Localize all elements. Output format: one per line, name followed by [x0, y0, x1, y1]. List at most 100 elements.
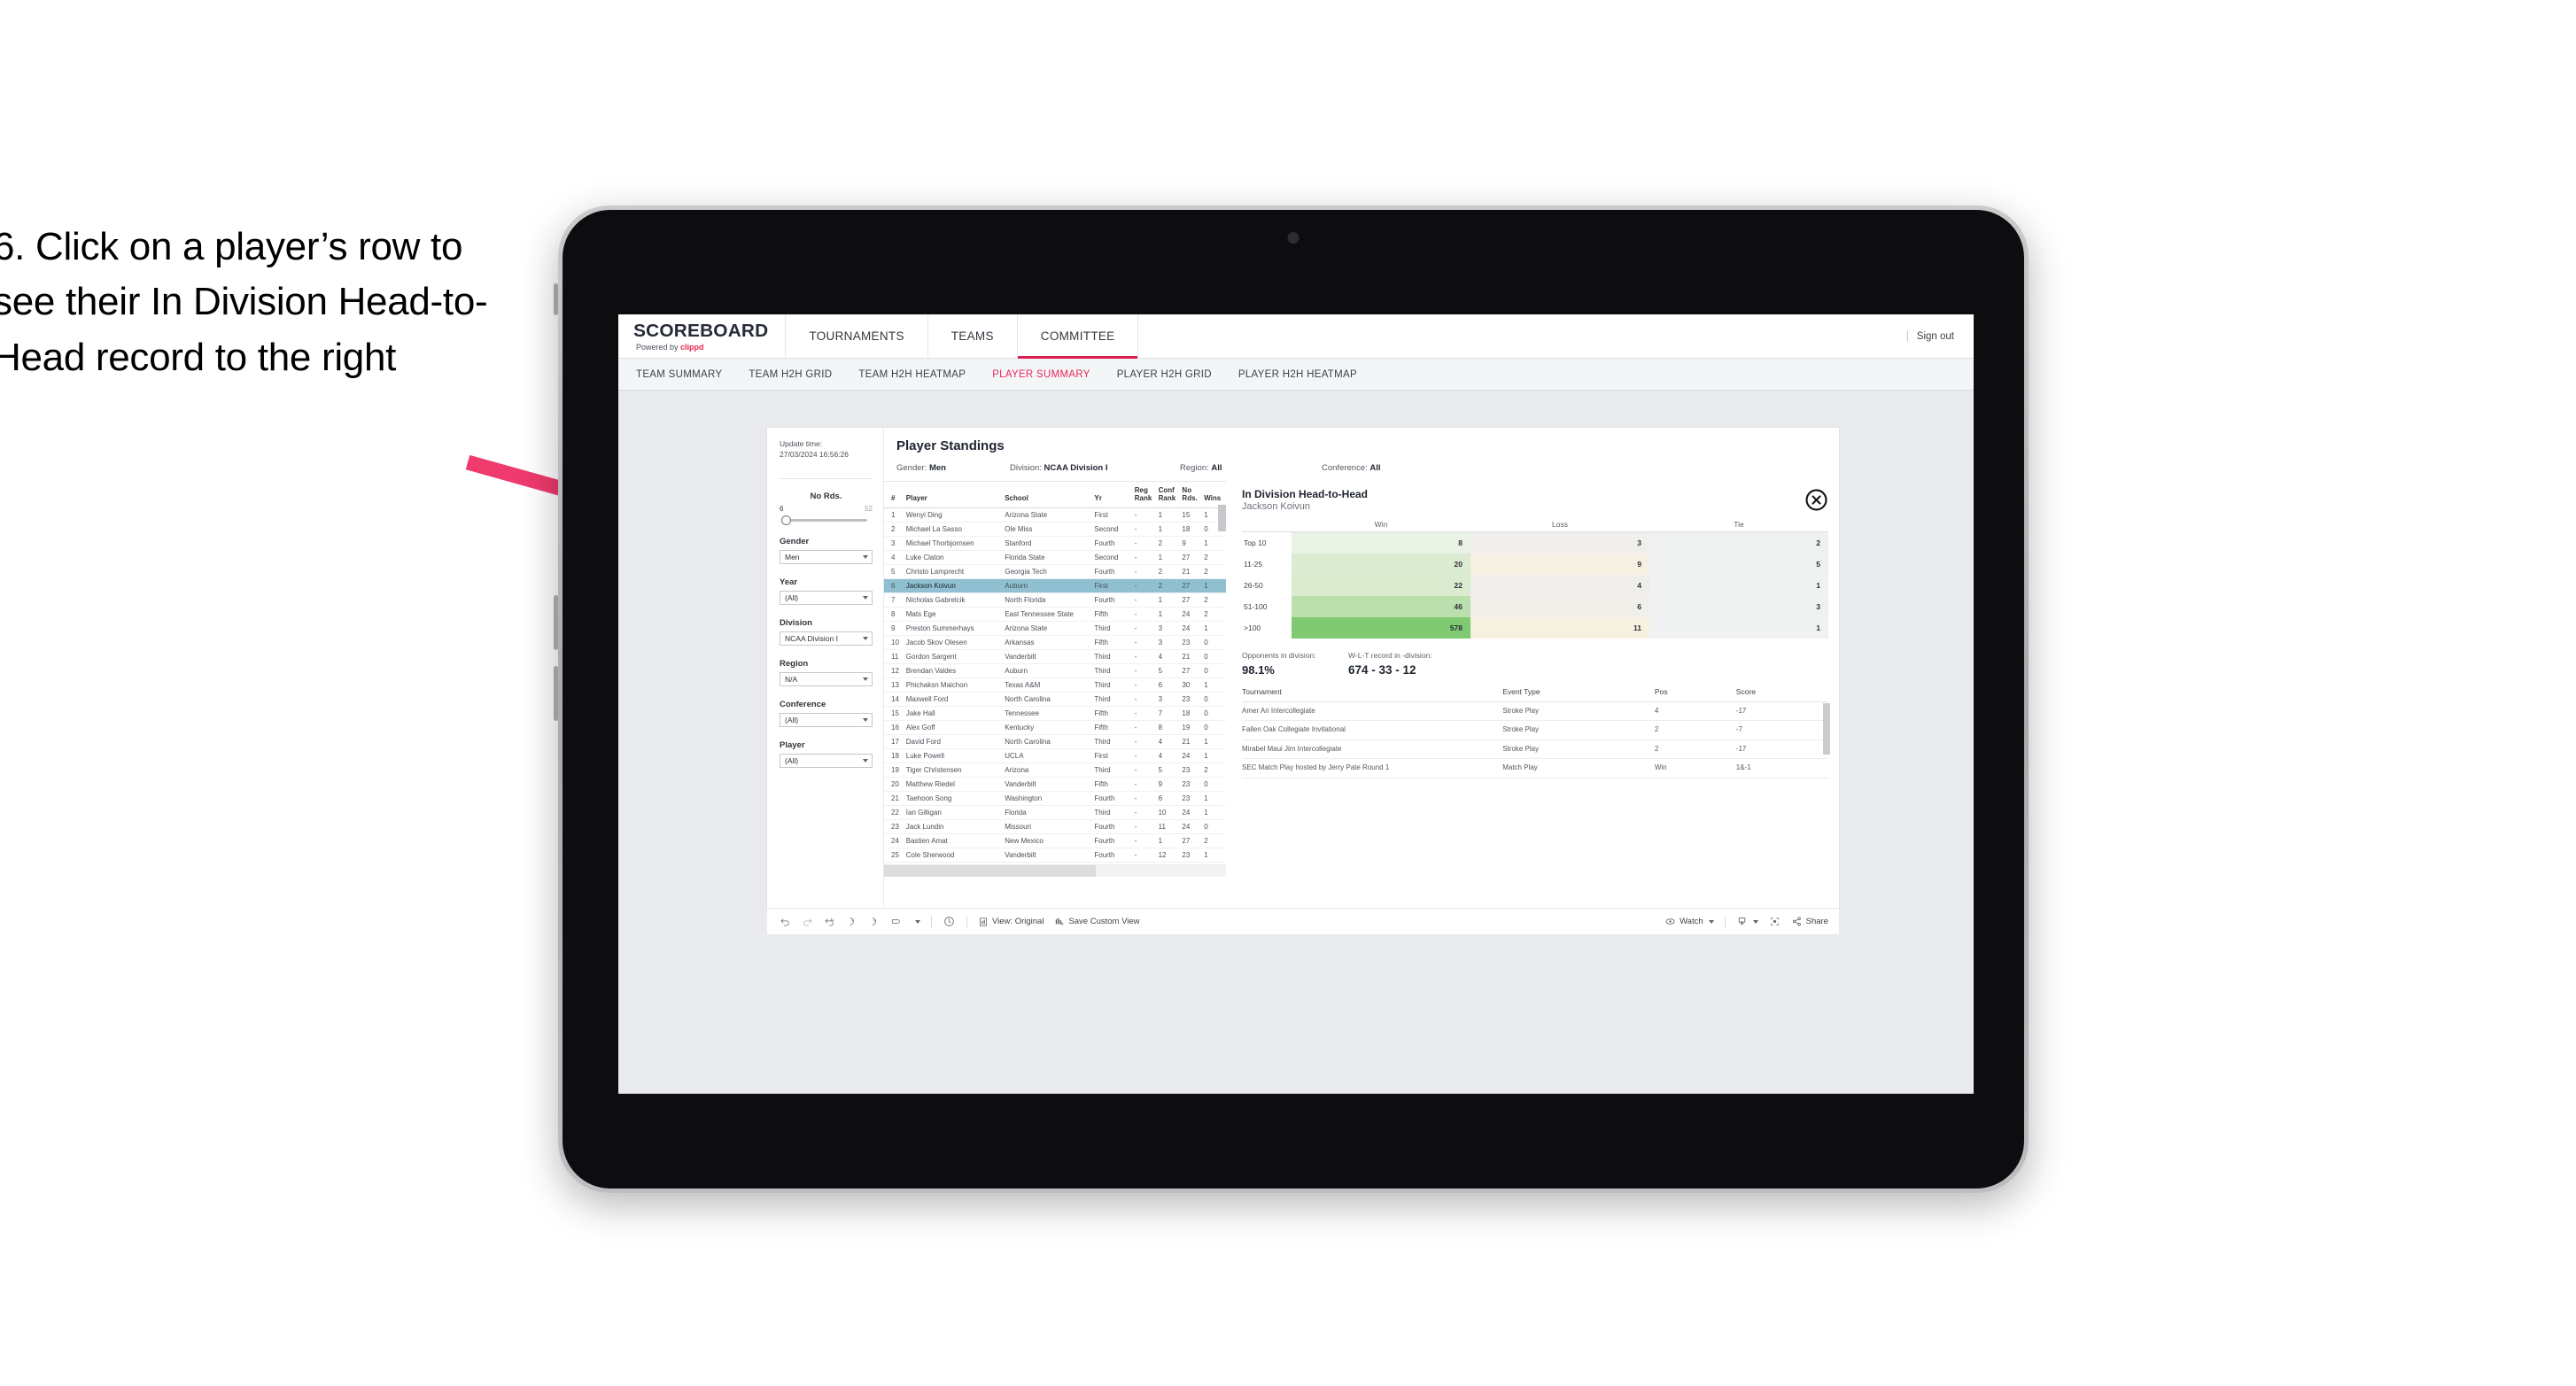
table-row[interactable]: 5 Christo Lamprecht Georgia Tech Fourth -2 21…: [884, 564, 1226, 580]
table-row[interactable]: 13 Phichaksn Maichon Texas A&M Third -6 30 1: [884, 678, 1226, 693]
cell-player: Michael La Sasso: [905, 522, 1005, 538]
meta-conference-value: All: [1369, 463, 1381, 473]
subtab-team-h2h-heatmap[interactable]: TEAM H2H HEATMAP: [858, 369, 966, 380]
nav-tab-tournaments[interactable]: TOURNAMENTS: [786, 314, 928, 358]
table-row[interactable]: 17 David Ford North Carolina Third -4 21 1: [884, 734, 1226, 750]
filter-gender-dropdown[interactable]: Men: [780, 549, 873, 564]
app-logo[interactable]: SCOREBOARD Powered by clippd: [618, 314, 787, 358]
revert-icon[interactable]: [824, 916, 835, 927]
filter-gender-label: Gender: [780, 536, 810, 546]
no-rounds-slider[interactable]: [781, 515, 867, 525]
col-conf-rank: Conf Rank: [1158, 482, 1183, 509]
nav-tab-committee[interactable]: COMMITTEE: [1017, 314, 1139, 359]
cell-school: UCLA: [1005, 748, 1095, 764]
stat-opponents-label: Opponents in division:: [1242, 651, 1316, 660]
tournament-scrollbar[interactable]: [1823, 703, 1830, 755]
filter-year-dropdown[interactable]: (All): [780, 590, 873, 605]
table-row[interactable]: 14 Maxwell Ford North Carolina Third -3 23 0: [884, 692, 1226, 708]
cell-yr: Second: [1094, 550, 1135, 566]
table-row[interactable]: 12 Brendan Valdes Auburn Third -5 27 0: [884, 663, 1226, 679]
close-circle-icon[interactable]: [1804, 488, 1828, 512]
cell-reg: -: [1134, 763, 1159, 778]
table-row[interactable]: 22 Ian Gilligan Florida Third -10 24 1: [884, 805, 1226, 821]
table-row[interactable]: 4 Luke Claton Florida State Second -1 27 2: [884, 550, 1226, 566]
save-custom-view-button[interactable]: Save Custom View: [1054, 917, 1140, 927]
table-row[interactable]: 19 Tiger Christensen Arizona Third -5 23 2: [884, 763, 1226, 778]
tournament-row[interactable]: Fallen Oak Collegiate Invitational Stroke…: [1242, 720, 1828, 740]
save-custom-view-label: Save Custom View: [1068, 917, 1140, 926]
table-row[interactable]: 1 Wenyi Ding Arizona State First -1 15 1: [884, 507, 1226, 523]
filter-division-value: NCAA Division I: [785, 633, 838, 643]
subtab-player-h2h-grid[interactable]: PLAYER H2H GRID: [1117, 369, 1212, 380]
table-row[interactable]: 15 Jake Hall Tennessee Fifth -7 18 0: [884, 706, 1226, 722]
filter-region-dropdown[interactable]: N/A: [780, 671, 873, 686]
meta-conference-label: Conference:: [1322, 463, 1370, 473]
view-original-button[interactable]: View: Original: [978, 917, 1044, 927]
filter-sidebar: Update time: 27/03/2024 16:56:26 No Rds.…: [767, 428, 884, 908]
table-vertical-scrollbar[interactable]: [1218, 505, 1226, 531]
table-row[interactable]: 21 Taehoon Song Washington Fourth -6 23 1: [884, 791, 1226, 807]
subtab-team-summary[interactable]: TEAM SUMMARY: [636, 369, 722, 380]
table-row[interactable]: 11 Gordon Sargent Vanderbilt Third -4 21 0: [884, 649, 1226, 665]
table-row[interactable]: 2 Michael La Sasso Ole Miss Second -1 18 0: [884, 522, 1226, 538]
share-button[interactable]: Share: [1791, 916, 1828, 927]
pause-updates-icon[interactable]: [868, 916, 880, 927]
filter-division: Division NCAA Division I: [780, 618, 873, 646]
table-row[interactable]: 8 Mats Ege East Tennessee State Fifth -1 24 2: [884, 607, 1226, 623]
pause-clock-icon[interactable]: [943, 915, 956, 928]
table-row[interactable]: 24 Bastien Amat New Mexico Fourth -1 27 2: [884, 833, 1226, 849]
redo-icon[interactable]: [802, 916, 813, 927]
filter-conference-dropdown[interactable]: (All): [780, 712, 873, 727]
col-school: School: [1005, 482, 1095, 509]
view-original-label: View: Original: [992, 917, 1044, 926]
filter-shape-icon[interactable]: [890, 916, 902, 927]
table-row[interactable]: 9 Preston Summerhays Arizona State Third -3 2…: [884, 621, 1226, 637]
nav-tab-teams[interactable]: TEAMS: [928, 314, 1018, 358]
cell-rds: 19: [1182, 720, 1205, 736]
meta-conference: Conference: All: [1322, 463, 1381, 473]
sign-out-link[interactable]: Sign out: [1917, 331, 1954, 342]
cell-conf: 8: [1158, 720, 1183, 736]
table-row[interactable]: 23 Jack Lundin Missouri Fourth -11 24 0: [884, 819, 1226, 835]
table-row[interactable]: 10 Jacob Skov Olesen Arkansas Fifth -3 23 0: [884, 635, 1226, 651]
cell-rank: 10: [884, 635, 906, 651]
subtab-team-h2h-grid[interactable]: TEAM H2H GRID: [749, 369, 832, 380]
table-row[interactable]: 16 Alex Goff Kentucky Fifth -8 19 0: [884, 720, 1226, 736]
table-row[interactable]: 6 Jackson Koivun Auburn First -2 27 1: [884, 578, 1226, 594]
filter-player-label: Player: [780, 739, 805, 750]
tournament-row[interactable]: Amer Ari Intercollegiate Stroke Play 4 -17: [1242, 701, 1828, 722]
cell-rds: 27: [1182, 663, 1205, 679]
filter-division-dropdown[interactable]: NCAA Division I: [780, 631, 873, 646]
filter-region-label: Region: [780, 658, 809, 669]
fullscreen-icon[interactable]: [1769, 916, 1781, 927]
tournament-row[interactable]: Mirabel Maui Jim Intercollegiate Stroke P…: [1242, 739, 1828, 760]
watch-button[interactable]: Watch: [1664, 916, 1714, 927]
refresh-data-icon[interactable]: [846, 916, 857, 927]
table-row[interactable]: 3 Michael Thorbjornsen Stanford Fourth -2 9 1: [884, 536, 1226, 552]
filter-player-dropdown[interactable]: (All): [780, 753, 873, 768]
filter-player-value: (All): [785, 755, 799, 765]
instruction-text: 6. Click on a player’s row to see their …: [0, 225, 488, 379]
no-rounds-slider-handle[interactable]: [781, 515, 791, 525]
cell-school: Tennessee: [1005, 706, 1095, 722]
table-row[interactable]: 25 Cole Sherwood Vanderbilt Fourth -12 23 1: [884, 848, 1226, 863]
tournament-row[interactable]: SEC Match Play hosted by Jerry Pate Roun…: [1242, 758, 1828, 778]
cell-rds: 23: [1182, 763, 1205, 778]
download-button[interactable]: [1736, 916, 1758, 927]
chevron-down-icon[interactable]: [915, 919, 920, 924]
cell-conf: 2: [1158, 536, 1183, 552]
cell-yr: Third: [1094, 805, 1135, 821]
table-horizontal-scrollbar-track[interactable]: [884, 864, 1226, 878]
h2h-cell-loss: 3: [1470, 531, 1649, 554]
cell-school: Arizona: [1005, 763, 1095, 778]
table-row[interactable]: 7 Nicholas Gabrelcik North Florida Fourth -1…: [884, 592, 1226, 608]
table-row[interactable]: 20 Matthew Riedel Vanderbilt Fifth -9 23 0: [884, 777, 1226, 793]
cell-reg: -: [1134, 748, 1159, 764]
undo-icon[interactable]: [780, 916, 791, 927]
cell-school: Missouri: [1005, 819, 1095, 835]
table-row[interactable]: 18 Luke Powell UCLA First -4 24 1: [884, 748, 1226, 764]
subtab-player-summary[interactable]: PLAYER SUMMARY: [992, 369, 1090, 380]
table-horizontal-scrollbar-thumb[interactable]: [884, 865, 1097, 878]
col-tournament: Tournament: [1242, 687, 1503, 702]
subtab-player-h2h-heatmap[interactable]: PLAYER H2H HEATMAP: [1238, 369, 1357, 380]
